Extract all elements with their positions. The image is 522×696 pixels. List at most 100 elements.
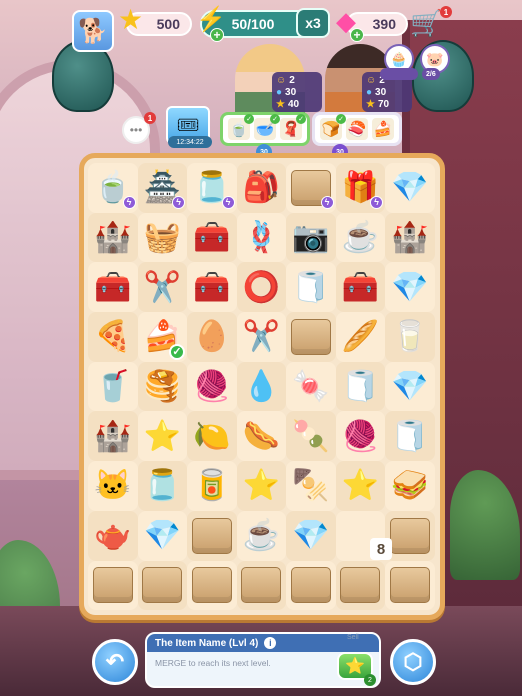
board-cell[interactable]: ⭐ — [137, 411, 187, 462]
board-cell[interactable]: 💎 — [385, 262, 435, 313]
board-cell[interactable] — [335, 560, 385, 611]
board-cell[interactable]: 🥖 — [335, 312, 385, 362]
info-icon[interactable]: i — [264, 637, 277, 649]
board-cell[interactable] — [286, 312, 336, 362]
board-cell[interactable]: 🫙 — [137, 461, 187, 511]
board-cell[interactable]: 🎁 ϟ — [335, 163, 385, 213]
board-cell[interactable]: ϟ — [286, 163, 336, 213]
board-cell[interactable]: 🫙 ϟ — [187, 163, 237, 213]
energy-multiplier-button[interactable]: x3 — [296, 8, 330, 38]
board-cell[interactable]: 🥛 — [385, 312, 435, 362]
board-cell[interactable] — [88, 560, 138, 611]
order-card-2[interactable]: 🍞 ✓ 🍣 🍰 — [312, 112, 402, 146]
shop-cart-icon[interactable]: 🛒 — [410, 8, 442, 39]
board-cell[interactable]: 🥫 — [187, 461, 237, 511]
board-cell[interactable]: 🧻 — [335, 361, 385, 412]
board-cell[interactable] — [385, 510, 435, 561]
board-cell[interactable]: 🍬 — [286, 361, 336, 412]
board-cell[interactable]: ☕ — [236, 510, 286, 561]
merge-item-icon: 🧰 — [94, 270, 132, 304]
board-cell[interactable]: 🏰 — [88, 212, 138, 263]
player-avatar[interactable]: 🐕 — [72, 10, 114, 52]
merge-item-icon: 🥚 — [193, 320, 231, 354]
board-cell[interactable]: 🧻 — [286, 262, 336, 313]
board-cell[interactable]: 🥪 — [385, 461, 435, 511]
board-cell[interactable]: 🌭 — [236, 411, 286, 462]
board-cell[interactable]: 🍵 ϟ — [88, 163, 138, 213]
board-cell[interactable]: ☕ — [335, 212, 385, 263]
board-cell[interactable]: ✂️ — [236, 312, 286, 362]
inventory-button[interactable]: ⬡ — [390, 639, 436, 685]
board-cell[interactable]: 🐱 — [88, 461, 138, 511]
merge-item-icon: 🍋 — [193, 419, 231, 453]
event-timer: 12:34:22 — [168, 136, 212, 148]
board-cell[interactable] — [385, 560, 435, 611]
board-cell[interactable] — [187, 560, 237, 611]
board-cell[interactable]: ⭐ — [335, 461, 385, 511]
merge-item-icon: 🧰 — [193, 270, 231, 304]
board-cell[interactable]: ⭕ — [236, 262, 286, 313]
board-cell[interactable]: ⭐ — [236, 461, 286, 511]
board-cell[interactable]: 🏰 — [88, 411, 138, 462]
board-cell[interactable]: 💎 — [286, 510, 336, 561]
board-cell[interactable]: 🥞 — [137, 361, 187, 412]
cardboard-box-icon — [92, 567, 133, 604]
inventory-box-icon: ⬡ — [403, 649, 423, 674]
board-cell[interactable] — [187, 510, 237, 561]
merge-item-icon: 🍕 — [94, 320, 132, 354]
board-cell[interactable]: 🧰 — [88, 262, 138, 313]
character-left-stats: ☺ 2 ● 30 ★ 40 — [272, 72, 322, 112]
board-cell[interactable]: 🧰 — [335, 262, 385, 313]
board-cell[interactable]: ✂️ — [137, 262, 187, 313]
board-cell[interactable]: 🧶 — [335, 411, 385, 462]
order-card-1[interactable]: 🍵 ✓ 🥣 ✓ 🧣 ✓ — [220, 112, 310, 146]
right-coins: 30 — [375, 86, 387, 98]
cardboard-box-icon — [340, 567, 381, 604]
order-item-sushi: 🍣 — [346, 118, 368, 140]
board-cell[interactable]: 🍢 — [286, 461, 336, 511]
sell-count-text: 2 — [368, 676, 372, 684]
board-cell[interactable]: 🍡 — [286, 411, 336, 462]
board-cell[interactable] — [236, 560, 286, 611]
board-cell[interactable]: 🧺 — [137, 212, 187, 263]
board-cell[interactable]: 🏯 ϟ — [137, 163, 187, 213]
check-icon: ✓ — [270, 114, 280, 124]
board-cell[interactable]: 💎 — [137, 510, 187, 561]
cardboard-box-icon — [191, 517, 232, 554]
board-cell[interactable]: 🍰 ✓ — [137, 312, 187, 362]
merge-item-icon: 🏰 — [94, 221, 132, 255]
chat-badge: 1 — [144, 112, 156, 124]
chat-bubble-text: ••• — [129, 123, 143, 137]
generator-icon: ϟ — [122, 195, 136, 209]
chat-badge-count: 1 — [147, 113, 153, 123]
energy-icon: ⚡ — [196, 6, 226, 33]
board-cell[interactable]: 🏰 — [385, 212, 435, 263]
board-cell[interactable]: 🪢 — [236, 212, 286, 263]
board-cell[interactable]: 🥚 — [187, 312, 237, 362]
board-cell[interactable]: 💎 — [385, 163, 435, 213]
board-cell[interactable]: 🧻 — [385, 411, 435, 462]
board-cell[interactable]: 🧰 — [187, 212, 237, 263]
board-cell[interactable]: 🎒 — [236, 163, 286, 213]
gems-add-button[interactable]: + — [350, 28, 364, 42]
board-cell[interactable] — [137, 560, 187, 611]
energy-add-button[interactable]: + — [210, 28, 224, 42]
board-cell[interactable]: 🍕 — [88, 312, 138, 362]
back-button[interactable]: ↶ — [92, 639, 138, 685]
board-cell[interactable] — [286, 560, 336, 611]
board-cell[interactable]: 💎 — [385, 361, 435, 412]
order-item-bowl: 🥣 ✓ — [254, 114, 280, 140]
board-cell[interactable]: 🧶 — [187, 361, 237, 412]
order-item-cake: 🍰 — [372, 118, 394, 140]
board-cell[interactable]: 💧 — [236, 361, 286, 412]
merge-item-icon: 🧻 — [292, 270, 330, 304]
board-cell[interactable]: 📷 — [286, 212, 336, 263]
board-cell[interactable]: 🍋 — [187, 411, 237, 462]
board-cell[interactable]: 🫖 — [88, 510, 138, 561]
board-cell[interactable]: 🥤 — [88, 361, 138, 412]
left-stars: 40 — [287, 98, 300, 110]
board-cell[interactable]: 🧰 — [187, 262, 237, 313]
merge-item-icon: ⭐ — [242, 469, 280, 503]
back-arrow-icon: ↶ — [105, 649, 125, 674]
sell-star-icon: ⭐ — [345, 658, 365, 675]
